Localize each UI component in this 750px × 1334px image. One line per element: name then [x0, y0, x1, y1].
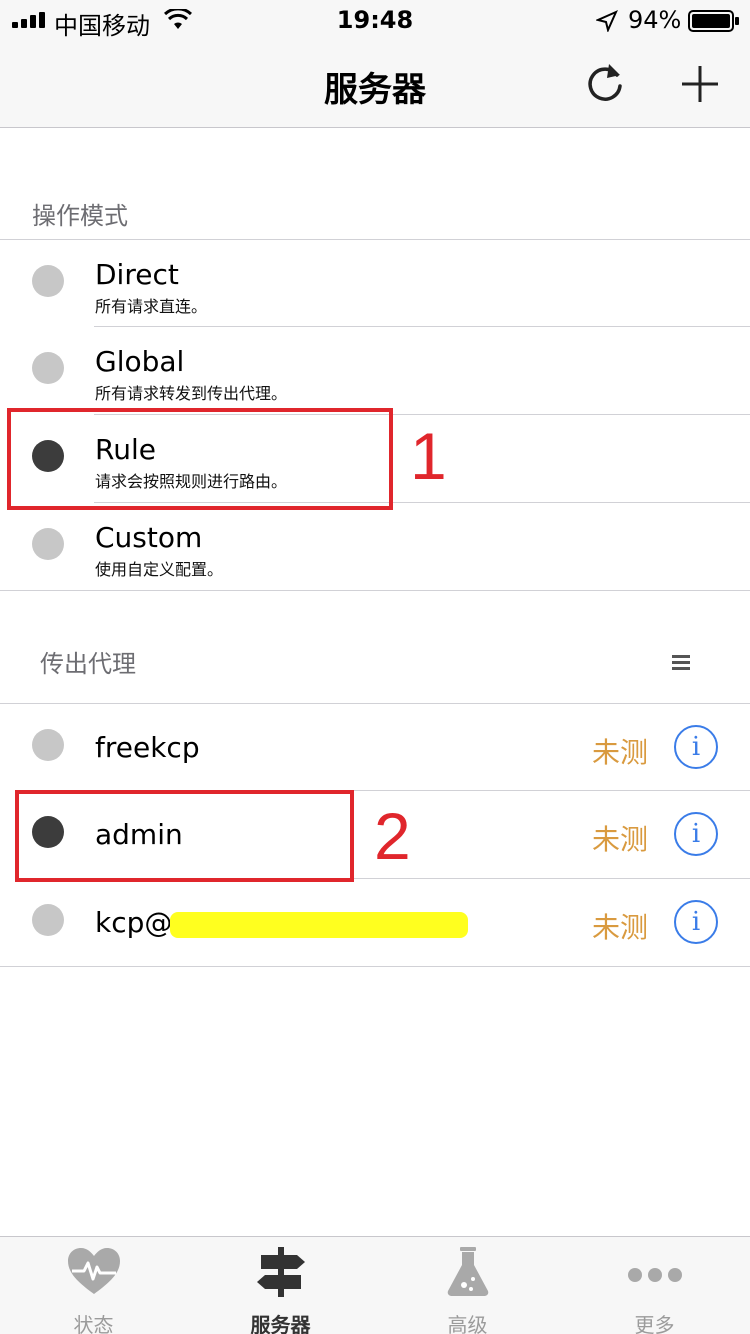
mode-subtitle: 使用自定义配置。	[95, 560, 224, 579]
proxy-status: 未测	[592, 911, 649, 944]
divider	[0, 590, 750, 591]
page-title: 服务器	[324, 70, 426, 110]
proxy-status: 未测	[592, 736, 649, 769]
flask-icon	[447, 1247, 489, 1296]
annotation-box-2	[15, 790, 354, 882]
mode-subtitle: 所有请求转发到传出代理。	[95, 384, 288, 403]
refresh-icon[interactable]	[582, 60, 628, 106]
tab-label: 高级	[447, 1313, 488, 1334]
proxy-name: kcp@	[95, 906, 173, 939]
proxy-row-freekcp[interactable]: freekcp 未测 i	[0, 704, 750, 790]
divider	[0, 966, 750, 967]
tab-advanced[interactable]: 高级	[374, 1237, 561, 1334]
tab-bar: 状态 服务器 高级 更多	[0, 1236, 750, 1334]
info-icon[interactable]: i	[674, 812, 718, 856]
annotation-box-1	[7, 408, 393, 510]
tab-more[interactable]: 更多	[561, 1237, 748, 1334]
mode-subtitle: 所有请求直连。	[95, 297, 208, 316]
radio-indicator	[32, 528, 64, 560]
redaction-highlight	[170, 912, 468, 938]
radio-indicator	[32, 352, 64, 384]
heart-pulse-icon	[68, 1248, 120, 1294]
mode-row-direct[interactable]: Direct 所有请求直连。	[0, 240, 750, 326]
radio-indicator	[32, 729, 64, 761]
battery-icon	[688, 10, 739, 32]
proxy-section-header: 传出代理	[40, 650, 136, 678]
annotation-number-1: 1	[410, 419, 447, 493]
mode-title: Direct	[95, 258, 179, 291]
tab-label: 更多	[634, 1313, 675, 1334]
info-icon[interactable]: i	[674, 725, 718, 769]
radio-indicator	[32, 265, 64, 297]
proxy-name: freekcp	[95, 731, 200, 764]
tab-status[interactable]: 状态	[0, 1237, 187, 1334]
mode-title: Custom	[95, 521, 203, 554]
proxy-status: 未测	[592, 823, 649, 856]
tab-label: 状态	[73, 1313, 114, 1334]
location-arrow-icon	[596, 10, 618, 32]
tab-servers[interactable]: 服务器	[187, 1237, 374, 1334]
annotation-number-2: 2	[374, 799, 411, 873]
mode-title: Global	[95, 345, 185, 378]
radio-indicator	[32, 904, 64, 936]
navigation-bar: 服务器	[0, 40, 750, 128]
mode-row-custom[interactable]: Custom 使用自定义配置。	[0, 503, 750, 590]
info-icon[interactable]: i	[674, 900, 718, 944]
battery-percent: 94%	[628, 6, 682, 34]
mode-section-header: 操作模式	[32, 202, 128, 230]
list-reorder-icon[interactable]	[672, 654, 690, 670]
status-bar: 中国移动 19:48 94%	[0, 0, 750, 40]
mode-row-global[interactable]: Global 所有请求转发到传出代理。	[0, 327, 750, 414]
more-dots-icon	[628, 1268, 682, 1282]
add-icon[interactable]	[678, 62, 722, 106]
signpost-icon	[257, 1247, 305, 1297]
tab-label: 服务器	[250, 1313, 311, 1334]
